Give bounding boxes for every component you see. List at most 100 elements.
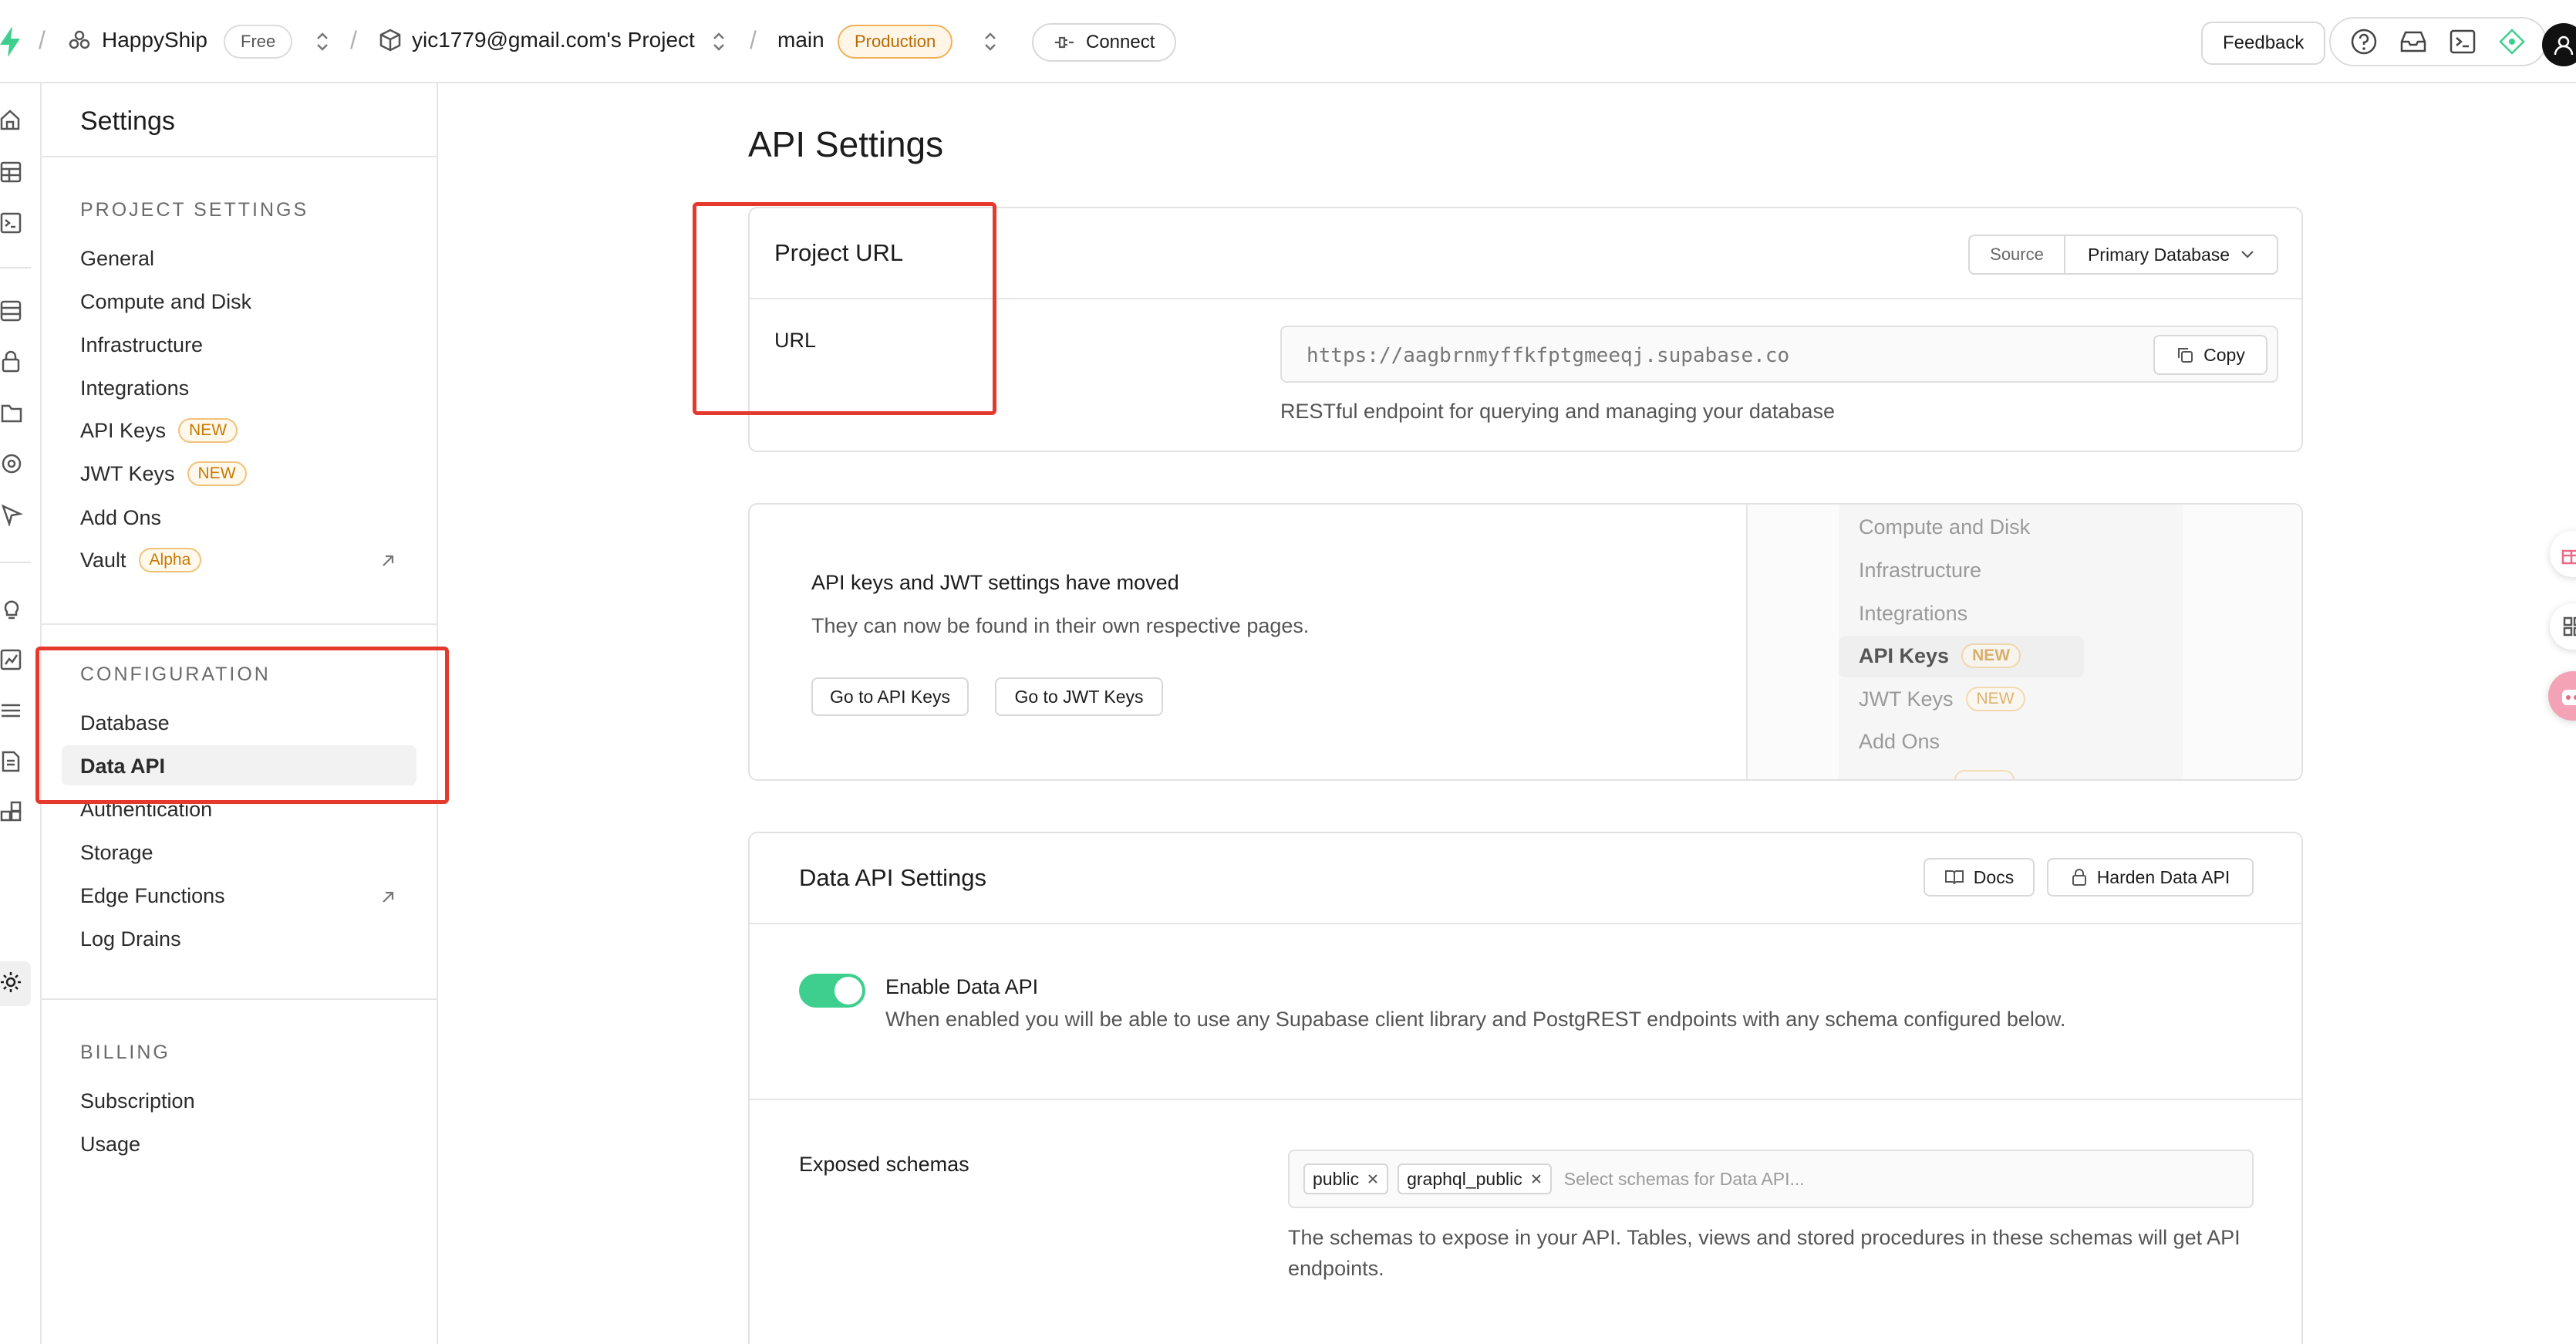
sidebar-item-add-ons[interactable]: Add Ons (80, 506, 161, 530)
robot-icon (2562, 690, 2576, 705)
edge-functions-icon[interactable] (0, 503, 23, 526)
org-switch-chevron-icon[interactable] (315, 31, 330, 52)
remove-x-icon[interactable] (1530, 1173, 1543, 1185)
divider (750, 1099, 2301, 1100)
org-selector[interactable]: HappyShip (68, 28, 207, 52)
env-badge: Production (838, 25, 953, 59)
home-icon[interactable] (0, 108, 23, 131)
schema-chip-public: public (1303, 1163, 1389, 1194)
sql-editor-icon[interactable] (0, 211, 23, 235)
sidebar-item-general[interactable]: General (80, 247, 154, 271)
section-label-billing: BILLING (80, 1042, 170, 1063)
advisors-lightbulb-icon[interactable] (0, 597, 23, 620)
chevron-down-icon (2241, 251, 2254, 258)
preview-item-jwt-keys: JWT Keys NEW (1859, 687, 2025, 711)
connect-button[interactable]: Connect (1032, 23, 1177, 62)
go-to-api-keys-button[interactable]: Go to API Keys (811, 677, 969, 716)
exposed-schemas-label: Exposed schemas (799, 1153, 969, 1176)
toolbar-icon-group (2329, 17, 2547, 66)
new-badge: NEW (187, 461, 247, 486)
url-help-text: RESTful endpoint for querying and managi… (1280, 400, 1835, 423)
settings-moved-card: API keys and JWT settings have moved The… (748, 503, 2303, 781)
user-avatar[interactable] (2542, 23, 2576, 66)
grid-fab[interactable] (2550, 603, 2576, 650)
realtime-icon[interactable] (0, 452, 23, 475)
new-badge: NEW (1961, 643, 2021, 668)
branch-name[interactable]: main (777, 28, 824, 52)
sidebar-item-subscription[interactable]: Subscription (80, 1089, 195, 1113)
remove-x-icon[interactable] (1367, 1173, 1379, 1185)
preview-item: Integrations (1859, 602, 1968, 625)
url-value: https://aagbrnmyffkfptgmeeqj.supabase.co (1307, 344, 1790, 367)
moved-title: API keys and JWT settings have moved (811, 571, 1179, 594)
data-api-heading: Data API Settings (799, 864, 986, 891)
enable-data-api-toggle[interactable] (799, 974, 865, 1008)
grid-icon (2563, 616, 2576, 637)
source-selector[interactable]: Source Primary Database (1968, 235, 2278, 275)
sidebar-title: Settings (80, 106, 175, 136)
divider (42, 156, 438, 157)
terminal-icon[interactable] (2440, 19, 2485, 64)
schemas-help-text: The schemas to expose in your API. Table… (1288, 1226, 2241, 1280)
sidebar-item-infrastructure[interactable]: Infrastructure (80, 333, 203, 357)
preview-item: Compute and Disk (1859, 515, 2031, 539)
assistant-fab[interactable] (2548, 671, 2576, 721)
book-icon (1944, 870, 1964, 885)
harden-data-api-button[interactable]: Harden Data API (2047, 858, 2254, 897)
docs-button[interactable]: Docs (1924, 858, 2035, 897)
storage-icon[interactable] (0, 401, 23, 424)
go-to-jwt-keys-button[interactable]: Go to JWT Keys (995, 677, 1163, 716)
annotation-box-data-api (35, 647, 449, 804)
branch-switch-chevron-icon[interactable] (983, 31, 998, 52)
table-editor-icon[interactable] (0, 160, 23, 184)
top-bar: / HappyShip Free / yic1779@gmail.com's P… (0, 0, 2576, 83)
advisor-diamond-icon[interactable] (2490, 19, 2534, 64)
rail-divider (0, 267, 31, 268)
settings-gear-icon[interactable] (0, 971, 23, 994)
logs-list-icon[interactable] (0, 699, 23, 722)
org-icon (69, 30, 90, 49)
reports-chart-icon[interactable] (0, 648, 23, 671)
api-docs-icon[interactable] (0, 750, 23, 773)
plan-badge: Free (224, 25, 293, 59)
enable-data-api-desc: When enabled you will be able to use any… (885, 1008, 2066, 1031)
feedback-button[interactable]: Feedback (2201, 22, 2326, 65)
plug-icon (1055, 36, 1074, 49)
data-api-settings-card: Data API Settings Docs Harden Data API E… (748, 832, 2303, 1344)
sidebar-item-storage[interactable]: Storage (80, 841, 153, 865)
sidebar-item-log-drains[interactable]: Log Drains (80, 927, 181, 951)
sidebar-item-edge-functions[interactable]: Edge Functions (80, 884, 225, 908)
project-selector[interactable]: yic1779@gmail.com's Project (379, 28, 695, 52)
help-icon[interactable] (2342, 19, 2386, 64)
supabase-logo-icon[interactable] (0, 26, 20, 57)
annotation-box-project-url (693, 202, 996, 415)
new-badge: NEW (1965, 687, 2025, 711)
breadcrumb-separator: / (750, 26, 757, 54)
alpha-badge: Alpha (138, 548, 202, 572)
sidebar-item-integrations[interactable]: Integrations (80, 377, 189, 400)
sidebar-item-jwt-keys[interactable]: JWT Keys NEW (80, 461, 247, 486)
moved-desc: They can now be found in their own respe… (811, 614, 1310, 637)
breadcrumb-separator: / (350, 26, 357, 54)
auth-lock-icon[interactable] (0, 350, 23, 373)
source-dropdown[interactable]: Primary Database (2065, 236, 2277, 273)
sidebar-item-usage[interactable]: Usage (80, 1133, 140, 1157)
source-label: Source (1970, 236, 2065, 273)
sidebar-item-vault[interactable]: Vault Alpha (80, 548, 202, 572)
integrations-blocks-icon[interactable] (0, 801, 23, 824)
copy-icon (2178, 348, 2193, 363)
preview-badge-fragment (1954, 770, 2015, 779)
copy-button[interactable]: Copy (2153, 335, 2267, 375)
section-label-project-settings: PROJECT SETTINGS (80, 199, 309, 221)
sidebar-item-api-keys[interactable]: API Keys NEW (80, 418, 238, 443)
inbox-icon[interactable] (2391, 19, 2436, 64)
nav-preview-panel: Compute and Disk Infrastructure Integrat… (1746, 505, 2301, 779)
gift-fab[interactable] (2550, 531, 2576, 577)
org-name: HappyShip (102, 28, 207, 52)
sidebar-item-compute-and-disk[interactable]: Compute and Disk (80, 290, 251, 314)
divider (42, 998, 438, 1000)
database-icon[interactable] (0, 299, 23, 322)
url-field[interactable]: https://aagbrnmyffkfptgmeeqj.supabase.co… (1280, 326, 2278, 383)
schemas-multiselect[interactable]: public graphql_public Select schemas for… (1288, 1150, 2254, 1208)
project-switch-chevron-icon[interactable] (711, 31, 727, 52)
